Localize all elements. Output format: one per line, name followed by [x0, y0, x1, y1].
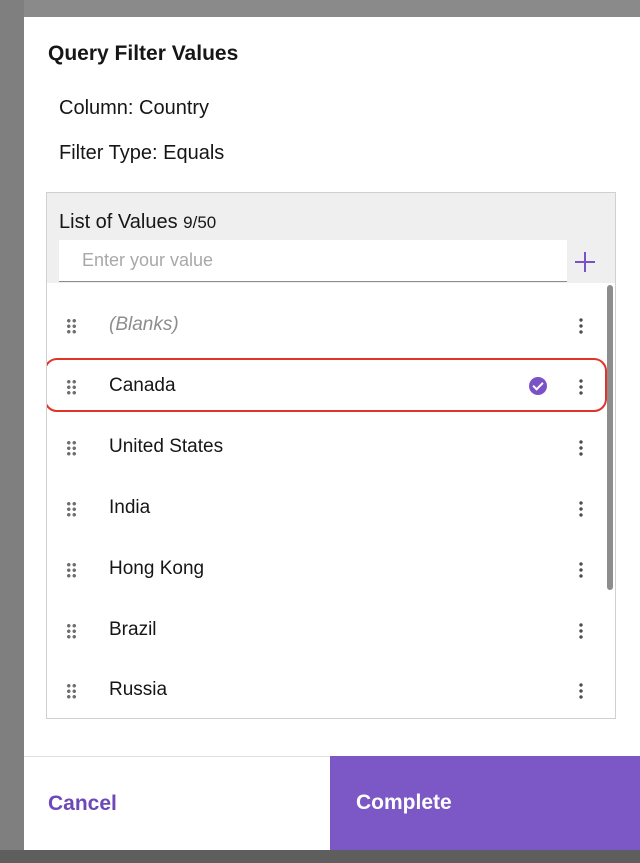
- list-item-united-states[interactable]: United States: [47, 423, 602, 473]
- drag-handle-icon[interactable]: [66, 683, 77, 699]
- list-item-label: Hong Kong: [109, 558, 205, 579]
- drag-handle-icon[interactable]: [66, 623, 77, 639]
- drag-handle-icon[interactable]: [66, 501, 77, 517]
- checkmark-icon: [529, 377, 547, 395]
- values-count: 9/50: [183, 213, 217, 232]
- value-input[interactable]: [59, 240, 567, 282]
- list-item-blanks[interactable]: (Blanks): [47, 301, 602, 351]
- overflow-menu-icon[interactable]: [579, 378, 583, 396]
- overflow-menu-icon[interactable]: [579, 622, 583, 640]
- complete-button[interactable]: Complete: [330, 756, 640, 850]
- column-info: Column: Country: [59, 97, 210, 119]
- overflow-menu-icon[interactable]: [579, 439, 583, 457]
- filter-type-info: Filter Type: Equals: [59, 142, 225, 164]
- list-item-brazil[interactable]: Brazil: [47, 606, 602, 656]
- list-item-india[interactable]: India: [47, 484, 602, 534]
- overflow-menu-icon[interactable]: [579, 500, 583, 518]
- cancel-button[interactable]: Cancel: [24, 756, 330, 850]
- plus-icon[interactable]: [569, 247, 599, 277]
- overflow-menu-icon[interactable]: [579, 682, 583, 700]
- values-heading-label: List of Values: [59, 211, 178, 233]
- backdrop-bottom: [0, 850, 640, 863]
- query-filter-dialog: Query Filter Values Column: Country Filt…: [24, 17, 640, 850]
- dialog-title: Query Filter Values: [48, 42, 239, 65]
- list-item-russia[interactable]: Russia: [47, 666, 602, 716]
- backdrop: [0, 0, 24, 863]
- list-item-label: Russia: [109, 679, 168, 700]
- values-heading: List of Values 9/50: [59, 211, 216, 234]
- drag-handle-icon[interactable]: [66, 562, 77, 578]
- list-item-label: Brazil: [109, 619, 157, 640]
- list-item-label: India: [109, 497, 151, 518]
- list-item-label: (Blanks): [109, 314, 179, 335]
- drag-handle-icon[interactable]: [66, 379, 77, 395]
- overflow-menu-icon[interactable]: [579, 561, 583, 579]
- list-item-canada[interactable]: Canada: [47, 358, 607, 412]
- list-item-label: United States: [109, 436, 224, 457]
- list-item-label: Canada: [109, 375, 176, 396]
- values-panel: List of Values 9/50 (Blanks) Canada Unit…: [46, 192, 616, 719]
- drag-handle-icon[interactable]: [66, 440, 77, 456]
- values-header: List of Values 9/50: [47, 193, 615, 283]
- list-item-hong-kong[interactable]: Hong Kong: [47, 545, 602, 595]
- overflow-menu-icon[interactable]: [579, 317, 583, 335]
- drag-handle-icon[interactable]: [66, 318, 77, 334]
- dialog-footer: Cancel Complete: [24, 756, 640, 850]
- scrollbar-thumb[interactable]: [607, 285, 613, 590]
